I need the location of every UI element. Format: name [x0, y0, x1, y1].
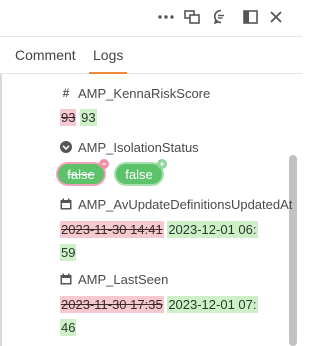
old-value: 2023-11-30 17:35 [60, 296, 164, 313]
panel-border [0, 74, 2, 346]
new-value-pill: false + [116, 159, 167, 184]
field-name: AMP_AvUpdateDefinitionsUpdatedAt [78, 196, 293, 212]
new-value-continued: 59 [60, 244, 77, 261]
panel-icon[interactable] [241, 8, 259, 26]
new-value: false [125, 166, 153, 182]
circle-chevron-down-icon [60, 140, 72, 154]
field-name: AMP_LastSeen [78, 271, 169, 287]
field-name: AMP_IsolationStatus [78, 139, 199, 155]
removed-icon: − [99, 159, 109, 169]
log-values: 93 93 [60, 106, 97, 129]
added-icon: + [157, 159, 167, 169]
windows-icon[interactable] [183, 8, 201, 26]
tab-logs[interactable]: Logs [89, 37, 128, 74]
calendar-icon [60, 197, 72, 211]
old-value: 2023-11-30 14:41 [60, 221, 164, 238]
new-value: 93 [80, 109, 97, 126]
comment-icon[interactable] [212, 8, 230, 26]
old-value-pill: false − [58, 159, 109, 184]
tab-bar: Comment Logs [0, 36, 302, 74]
new-value-continued: 46 [60, 319, 77, 336]
log-values: 2023-11-30 14:41 2023-12-01 06: 59 [60, 218, 294, 264]
panel-toolbar [0, 0, 302, 36]
old-value: false [67, 166, 95, 182]
log-entry-header: AMP_LastSeen [60, 270, 168, 288]
log-entry-header: AMP_IsolationStatus [60, 138, 199, 156]
more-icon[interactable] [157, 8, 175, 26]
new-value: 2023-12-01 06: [167, 221, 258, 238]
new-value: 2023-12-01 07: [167, 296, 258, 313]
calendar-icon [60, 272, 72, 286]
log-entry-header: # AMP_KennaRiskScore [60, 84, 211, 102]
close-icon[interactable] [267, 8, 285, 26]
field-name: AMP_KennaRiskScore [78, 85, 211, 101]
old-value: 93 [60, 109, 77, 126]
tab-comment[interactable]: Comment [11, 37, 80, 74]
log-values: 2023-11-30 17:35 2023-12-01 07: 46 [60, 293, 294, 339]
log-entry-header: AMP_AvUpdateDefinitionsUpdatedAt [60, 195, 292, 213]
hash-icon: # [62, 86, 70, 100]
